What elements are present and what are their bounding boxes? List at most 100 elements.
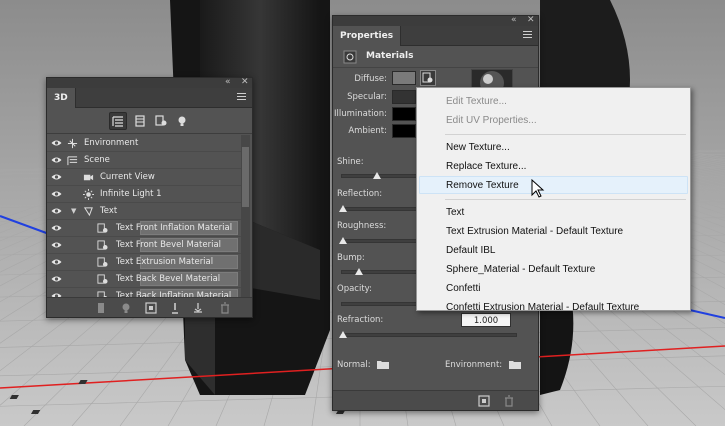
scrollbar-thumb[interactable] — [242, 147, 249, 207]
tree-row[interactable]: Text Front Bevel Material — [47, 237, 241, 254]
render-icon[interactable] — [145, 302, 157, 314]
visibility-eye-icon[interactable] — [51, 258, 62, 266]
roughness-label: Roughness: — [337, 221, 387, 231]
drop-to-ground-icon[interactable] — [192, 302, 204, 314]
tree-row[interactable]: Environment — [47, 135, 241, 152]
tree-row[interactable]: Text Front Inflation Material — [47, 220, 241, 237]
mesh-filter-icon[interactable] — [131, 112, 149, 130]
mouse-cursor-icon — [531, 179, 545, 198]
tree-row[interactable]: Infinite Light 1 — [47, 186, 241, 203]
panel-topbar: « ✕ — [333, 15, 538, 26]
diffuse-label: Diffuse: — [354, 74, 387, 84]
panel-bottom-bar — [333, 390, 538, 410]
opacity-label: Opacity: — [337, 284, 372, 294]
filter-bar — [47, 108, 252, 134]
ambient-label: Ambient: — [348, 126, 387, 136]
tree-scrollbar[interactable] — [241, 135, 250, 315]
tree-row[interactable]: ▼ Text — [47, 203, 241, 220]
refraction-field[interactable]: 1.000 — [461, 313, 511, 327]
panel-bottom-bar — [47, 297, 252, 317]
menu-item[interactable]: Confetti — [446, 282, 480, 295]
reflection-label: Reflection: — [337, 189, 383, 199]
refraction-slider-handle[interactable] — [339, 331, 347, 338]
light-icon — [83, 189, 94, 200]
menu-item[interactable]: Sphere_Material - Default Texture — [446, 263, 595, 276]
visibility-eye-icon[interactable] — [51, 173, 62, 181]
light-filter-icon[interactable] — [173, 112, 191, 130]
menu-item[interactable]: Remove Texture — [446, 179, 519, 192]
tab-3d[interactable]: 3D — [47, 88, 76, 108]
panel-menu-icon[interactable] — [523, 31, 532, 40]
close-icon[interactable]: ✕ — [241, 77, 249, 87]
add-mesh-icon[interactable] — [95, 302, 107, 314]
material-icon — [343, 50, 357, 64]
reflection-slider-handle[interactable] — [339, 205, 347, 212]
tree-row[interactable]: Text Back Bevel Material — [47, 271, 241, 288]
menu-item: Edit Texture... — [446, 96, 507, 107]
tree-row-label: Scene — [84, 155, 110, 165]
menu-item[interactable]: Replace Texture... — [446, 160, 526, 173]
ground-icon[interactable] — [169, 302, 181, 314]
refraction-slider[interactable] — [341, 333, 517, 337]
tree-row[interactable]: Scene — [47, 152, 241, 169]
camera-icon — [83, 174, 94, 181]
shine-slider-handle[interactable] — [373, 172, 381, 179]
normal-folder-icon[interactable] — [377, 360, 389, 369]
section-title: Materials — [366, 51, 414, 61]
menu-separator — [445, 199, 686, 200]
tree-row[interactable]: Current View — [47, 169, 241, 186]
menu-item[interactable]: New Texture... — [446, 141, 510, 154]
material-icon — [97, 223, 108, 233]
panel-tabrow: 3D — [47, 88, 252, 108]
shine-label: Shine: — [337, 157, 364, 167]
specular-color-swatch[interactable] — [392, 90, 416, 104]
texture-menu-icon — [422, 72, 433, 83]
trash-icon[interactable] — [219, 302, 231, 314]
menu-item[interactable]: Text — [446, 206, 464, 219]
panel-menu-icon[interactable] — [237, 93, 246, 102]
illumination-label: Illumination: — [333, 109, 387, 119]
collapse-icon[interactable]: « — [511, 15, 517, 25]
trash-icon[interactable] — [503, 395, 515, 407]
environment-label: Environment: — [445, 360, 503, 370]
tab-properties[interactable]: Properties — [333, 26, 402, 46]
visibility-eye-icon[interactable] — [51, 275, 62, 283]
visibility-eye-icon[interactable] — [51, 156, 62, 164]
material-icon — [97, 257, 108, 267]
diffuse-color-swatch[interactable] — [392, 71, 416, 85]
refraction-label: Refraction: — [337, 315, 384, 325]
material-icon — [97, 274, 108, 284]
visibility-eye-icon[interactable] — [51, 139, 62, 147]
menu-item[interactable]: Confetti Extrusion Material - Default Te… — [446, 301, 639, 314]
ambient-color-swatch[interactable] — [392, 124, 416, 138]
mesh-icon — [83, 207, 93, 217]
diffuse-texture-button[interactable] — [420, 70, 436, 86]
visibility-eye-icon[interactable] — [51, 190, 62, 198]
visibility-eye-icon[interactable] — [51, 207, 62, 215]
collapse-icon[interactable]: « — [225, 77, 231, 87]
render-icon[interactable] — [478, 395, 490, 407]
scene-filter-icon[interactable] — [109, 112, 127, 130]
menu-item[interactable]: Text Extrusion Material - Default Textur… — [446, 225, 623, 238]
tree-row-label: Text Front Bevel Material — [116, 240, 222, 250]
tree-row-label: Text — [100, 206, 118, 216]
normal-label: Normal: — [337, 360, 371, 370]
menu-separator — [445, 134, 686, 135]
illumination-color-swatch[interactable] — [392, 107, 416, 121]
menu-item[interactable]: Default IBL — [446, 244, 495, 257]
visibility-eye-icon[interactable] — [51, 224, 62, 232]
material-filter-icon[interactable] — [152, 112, 170, 130]
material-icon — [97, 240, 108, 250]
bump-slider-handle[interactable] — [355, 268, 363, 275]
tree-row-label: Text Back Bevel Material — [116, 274, 221, 284]
close-icon[interactable]: ✕ — [527, 15, 535, 25]
expand-arrow-icon[interactable]: ▼ — [71, 207, 76, 215]
add-light-icon[interactable] — [120, 302, 132, 314]
texture-context-menu: Edit Texture... Edit UV Properties... New … — [416, 87, 691, 314]
tree-row[interactable]: Text Extrusion Material — [47, 254, 241, 271]
tree-row-label: Environment — [84, 138, 139, 148]
visibility-eye-icon[interactable] — [51, 241, 62, 249]
specular-label: Specular: — [347, 92, 387, 102]
environment-folder-icon[interactable] — [509, 360, 521, 369]
roughness-slider-handle[interactable] — [339, 237, 347, 244]
